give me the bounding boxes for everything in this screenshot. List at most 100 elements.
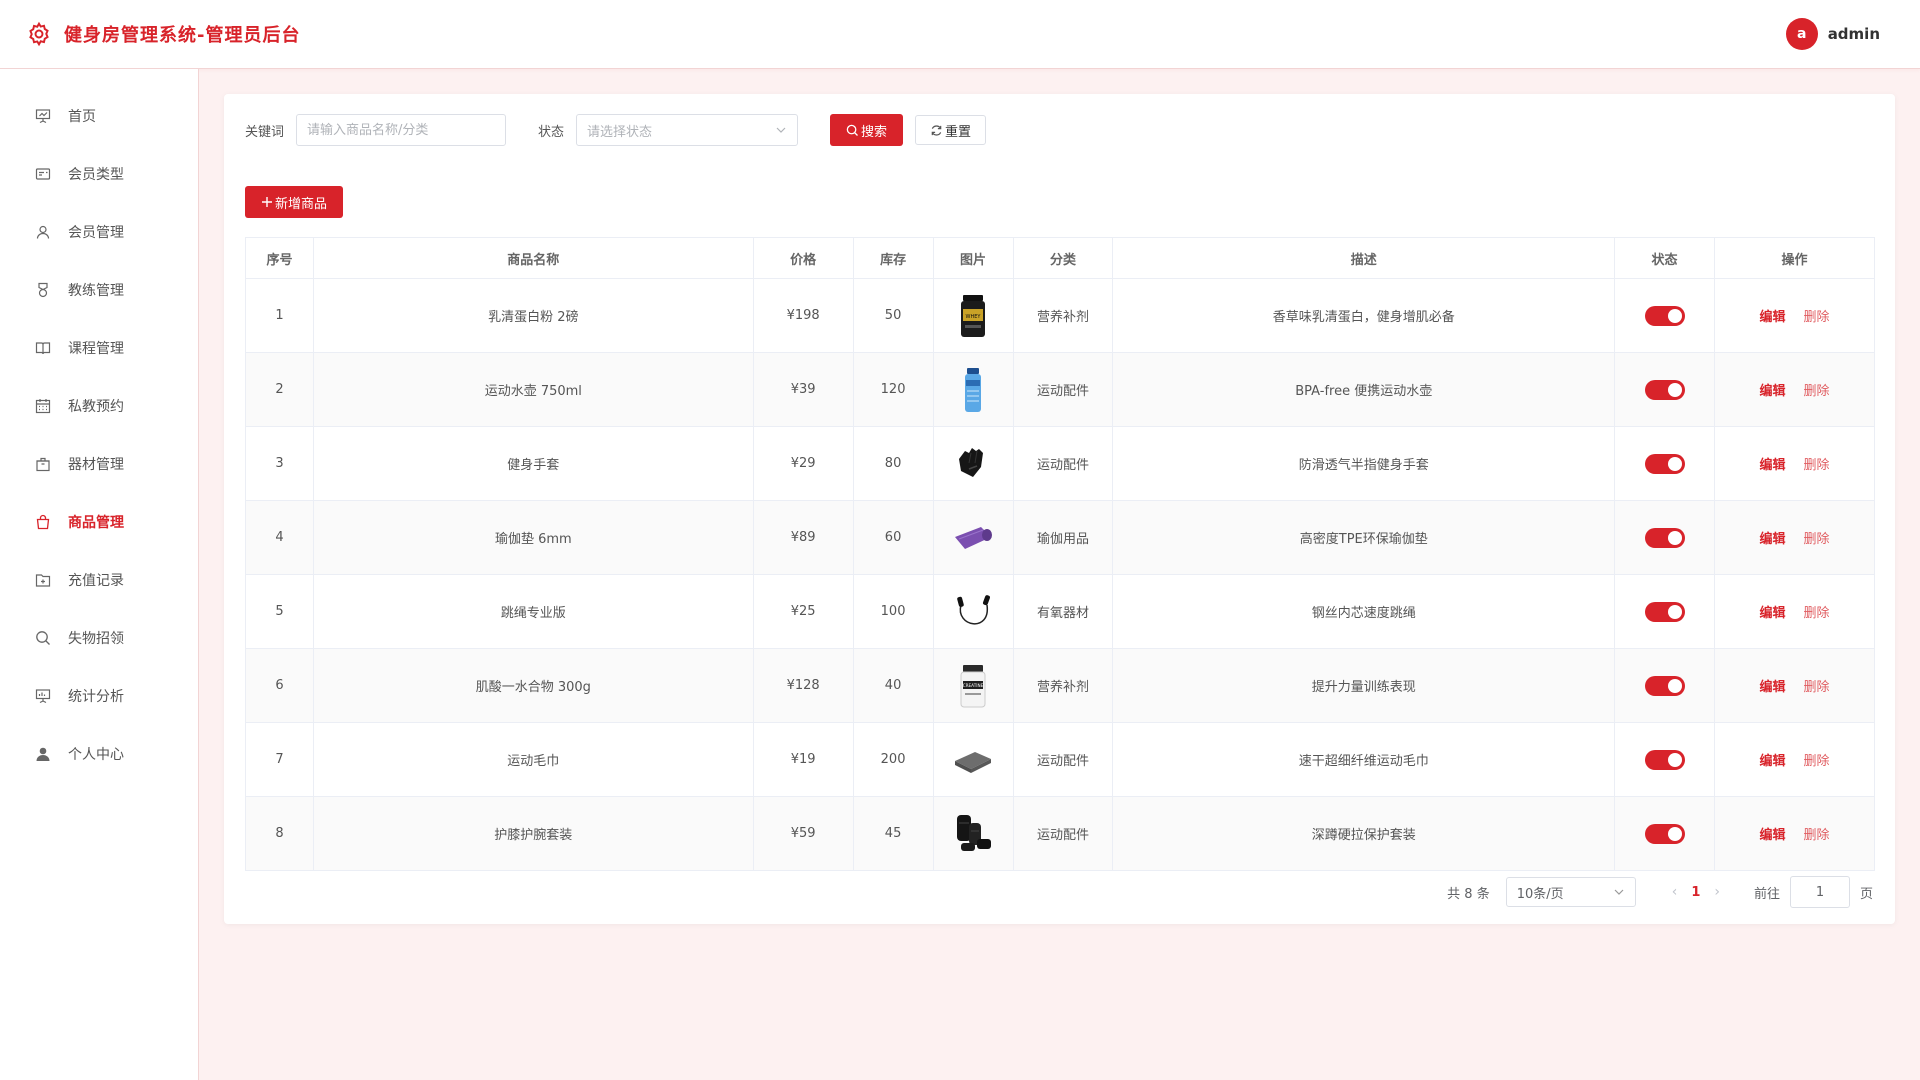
edit-button[interactable]: 编辑 bbox=[1760, 458, 1786, 473]
cell-description: 速干超细纤维运动毛巾 bbox=[1112, 722, 1616, 797]
plus-icon bbox=[262, 197, 272, 207]
cell-price: ¥59 bbox=[752, 796, 854, 871]
reset-button[interactable]: 重置 bbox=[915, 115, 987, 145]
cell-category: 瑜伽用品 bbox=[1012, 500, 1114, 575]
status-toggle[interactable] bbox=[1644, 453, 1685, 474]
table-row: 1 乳清蛋白粉 2磅 ¥198 50 WHEY 营养补剂 香草味乳清蛋白，健身增肌必备 编辑 删… bbox=[245, 278, 1875, 353]
edit-button[interactable]: 编辑 bbox=[1760, 680, 1786, 695]
sidebar-item-9[interactable]: 充值记录 bbox=[0, 551, 198, 609]
goto-page-input[interactable] bbox=[1789, 876, 1850, 908]
sidebar-nav: 首页会员类型 会员管理教练管理课程管理私教预约器材管理商品管理充值记录 失物招领 统计… bbox=[0, 69, 198, 783]
column-header: 库存 bbox=[852, 237, 934, 279]
keyword-input[interactable] bbox=[296, 114, 507, 146]
edit-button[interactable]: 编辑 bbox=[1760, 310, 1786, 325]
column-header: 描述 bbox=[1112, 237, 1616, 279]
status-select[interactable]: 请选择状态 bbox=[576, 114, 799, 146]
status-toggle[interactable] bbox=[1644, 749, 1685, 770]
sidebar-item-6[interactable]: 私教预约 bbox=[0, 377, 198, 435]
status-toggle[interactable] bbox=[1644, 675, 1685, 696]
delete-button[interactable]: 删除 bbox=[1804, 606, 1830, 621]
cell-stock: 120 bbox=[852, 352, 934, 427]
status-toggle[interactable] bbox=[1644, 305, 1685, 326]
status-toggle[interactable] bbox=[1644, 823, 1685, 844]
cell-index: 2 bbox=[245, 352, 314, 427]
delete-button[interactable]: 删除 bbox=[1804, 532, 1830, 547]
cell-index: 8 bbox=[245, 796, 314, 871]
goto-label: 前往 bbox=[1753, 886, 1780, 902]
username[interactable]: admin bbox=[1828, 25, 1880, 43]
cell-description: BPA-free 便携运动水壶 bbox=[1112, 352, 1616, 427]
sidebar-item-12[interactable]: 个人中心 bbox=[0, 725, 198, 783]
search-button-label: 搜索 bbox=[861, 123, 888, 139]
sidebar-item-5[interactable]: 课程管理 bbox=[0, 319, 198, 377]
cell-stock: 40 bbox=[852, 648, 934, 723]
sidebar-item-label: 首页 bbox=[68, 109, 96, 125]
chevron-down-icon bbox=[1614, 889, 1624, 895]
product-image: CREATINE bbox=[935, 661, 1012, 711]
edit-button[interactable]: 编辑 bbox=[1760, 532, 1786, 547]
svg-text:CREATINE: CREATINE bbox=[963, 683, 984, 688]
avatar[interactable]: a bbox=[1785, 18, 1818, 50]
current-page[interactable]: 1 bbox=[1691, 885, 1700, 900]
cell-price: ¥89 bbox=[752, 500, 854, 575]
sidebar-item-4[interactable]: 教练管理 bbox=[0, 261, 198, 319]
add-product-button[interactable]: 新增商品 bbox=[245, 186, 344, 218]
sidebar-item-label: 私教预约 bbox=[68, 399, 124, 415]
status-select-placeholder: 请选择状态 bbox=[587, 124, 653, 140]
sidebar-item-label: 商品管理 bbox=[68, 515, 124, 531]
sidebar-item-11[interactable]: 统计分析 bbox=[0, 667, 198, 725]
edit-button[interactable]: 编辑 bbox=[1760, 754, 1786, 769]
edit-button[interactable]: 编辑 bbox=[1760, 384, 1786, 399]
status-toggle[interactable] bbox=[1644, 601, 1685, 622]
brand: 健身房管理系统-管理员后台 bbox=[26, 21, 300, 47]
prev-page-icon[interactable]: ‹ bbox=[1672, 884, 1678, 900]
product-image: WHEY bbox=[935, 291, 1012, 341]
cell-actions: 编辑 删除 bbox=[1714, 648, 1875, 723]
cell-category: 营养补剂 bbox=[1012, 278, 1114, 353]
cell-price: ¥128 bbox=[752, 648, 854, 723]
cell-stock: 80 bbox=[852, 426, 934, 501]
cell-price: ¥25 bbox=[752, 574, 854, 649]
page-size-select[interactable]: 10条/页 bbox=[1505, 877, 1636, 907]
cell-index: 5 bbox=[245, 574, 314, 649]
status-toggle[interactable] bbox=[1644, 527, 1685, 548]
sidebar-item-10[interactable]: 失物招领 bbox=[0, 609, 198, 667]
cell-stock: 60 bbox=[852, 500, 934, 575]
cell-index: 3 bbox=[245, 426, 314, 501]
cell-product-name: 运动毛巾 bbox=[312, 722, 754, 797]
box-icon bbox=[34, 455, 52, 473]
delete-button[interactable]: 删除 bbox=[1804, 458, 1830, 473]
cell-image bbox=[932, 796, 1014, 871]
content-card: 关键词 状态 请选择状态 搜索 重置 新增商品 序号商品名称价格库存图片分类描述… bbox=[224, 94, 1895, 924]
sidebar-item-label: 课程管理 bbox=[68, 341, 124, 357]
search-button[interactable]: 搜索 bbox=[830, 114, 904, 146]
status-toggle[interactable] bbox=[1644, 379, 1685, 400]
cell-image bbox=[932, 722, 1014, 797]
delete-button[interactable]: 删除 bbox=[1804, 680, 1830, 695]
delete-button[interactable]: 删除 bbox=[1804, 384, 1830, 399]
sidebar-item-1[interactable]: 首页 bbox=[0, 87, 198, 145]
edit-button[interactable]: 编辑 bbox=[1760, 606, 1786, 621]
sidebar-item-label: 教练管理 bbox=[68, 283, 124, 299]
sidebar-item-7[interactable]: 器材管理 bbox=[0, 435, 198, 493]
sidebar-item-3[interactable]: 会员管理 bbox=[0, 203, 198, 261]
folder-icon bbox=[34, 571, 52, 589]
sidebar-item-2[interactable]: 会员类型 bbox=[0, 145, 198, 203]
sidebar-item-8[interactable]: 商品管理 bbox=[0, 493, 198, 551]
edit-button[interactable]: 编辑 bbox=[1760, 828, 1786, 843]
cell-image bbox=[932, 352, 1014, 427]
search-icon bbox=[34, 629, 52, 647]
table-row: 3 健身手套 ¥29 80 运动配件 防滑透气半指健身手套 编辑 删除 bbox=[245, 426, 1875, 501]
delete-button[interactable]: 删除 bbox=[1804, 754, 1830, 769]
user-menu[interactable]: a admin bbox=[1785, 18, 1880, 50]
cell-actions: 编辑 删除 bbox=[1714, 278, 1875, 353]
next-page-icon[interactable]: › bbox=[1714, 884, 1720, 900]
svg-text:WHEY: WHEY bbox=[966, 314, 982, 320]
cell-price: ¥19 bbox=[752, 722, 854, 797]
cell-status bbox=[1614, 352, 1716, 427]
cell-actions: 编辑 删除 bbox=[1714, 574, 1875, 649]
delete-button[interactable]: 删除 bbox=[1804, 310, 1830, 325]
table-row: 4 瑜伽垫 6mm ¥89 60 瑜伽用品 高密度TPE环保瑜伽垫 编辑 删除 bbox=[245, 500, 1875, 575]
delete-button[interactable]: 删除 bbox=[1804, 828, 1830, 843]
cell-index: 7 bbox=[245, 722, 314, 797]
